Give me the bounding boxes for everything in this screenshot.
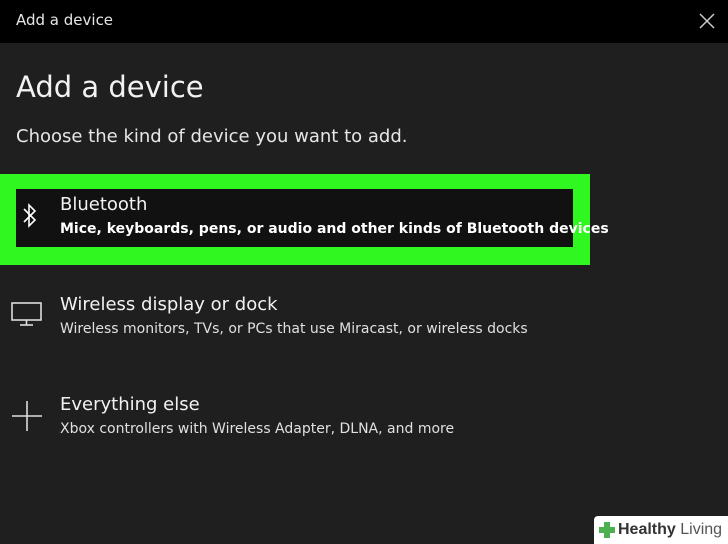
- bluetooth-icon: [23, 203, 37, 228]
- close-button[interactable]: [694, 8, 720, 34]
- option-title: Bluetooth: [60, 194, 148, 215]
- option-title: Everything else: [60, 394, 200, 415]
- plus-icon: [12, 401, 42, 431]
- title-bar: Add a device: [0, 0, 728, 43]
- option-description: Mice, keyboards, pens, or audio and othe…: [60, 221, 609, 237]
- watermark-text: Healthy Living: [618, 521, 723, 538]
- watermark-logo: Healthy Living: [594, 516, 728, 544]
- option-everything-else[interactable]: Everything else Xbox controllers with Wi…: [0, 389, 600, 449]
- page-subtitle: Choose the kind of device you want to ad…: [16, 126, 408, 147]
- option-description: Wireless monitors, TVs, or PCs that use …: [60, 321, 528, 337]
- option-bluetooth[interactable]: Bluetooth Mice, keyboards, pens, or audi…: [16, 189, 609, 247]
- close-icon: [699, 13, 715, 29]
- option-title: Wireless display or dock: [60, 294, 278, 315]
- cross-logo-icon: [599, 522, 615, 538]
- option-description: Xbox controllers with Wireless Adapter, …: [60, 421, 455, 437]
- window-title: Add a device: [16, 11, 114, 29]
- monitor-icon: [11, 302, 42, 326]
- page-title: Add a device: [16, 70, 204, 104]
- option-wireless-display[interactable]: Wireless display or dock Wireless monito…: [0, 289, 600, 349]
